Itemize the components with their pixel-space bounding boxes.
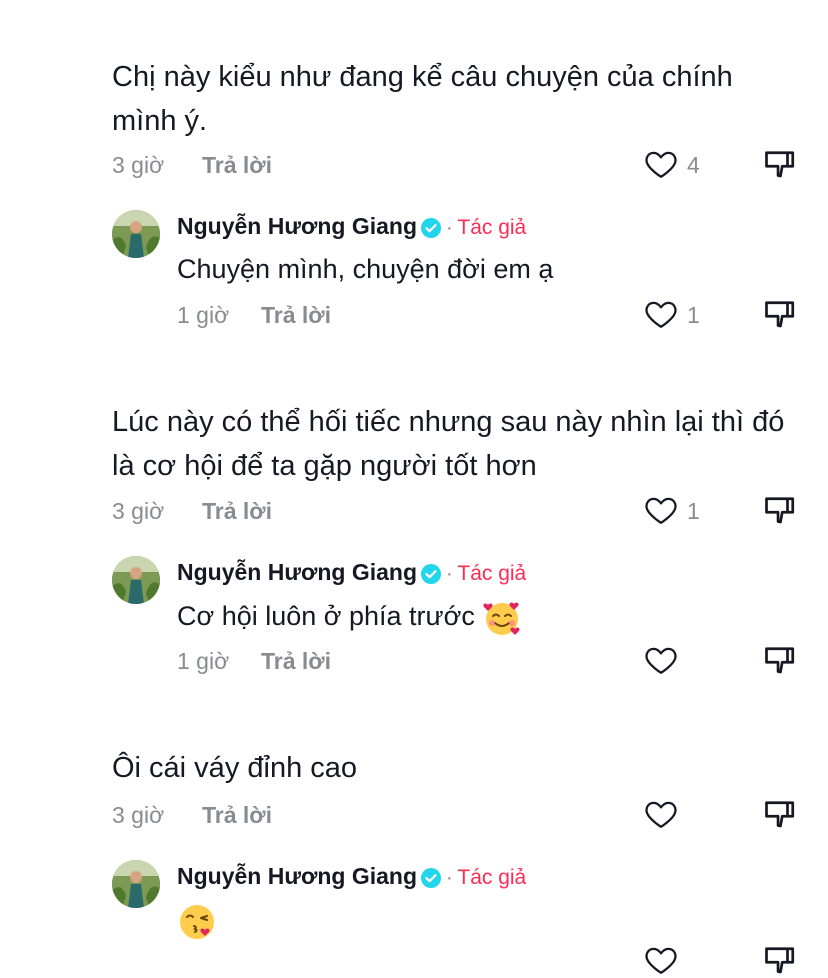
thumbs-down-icon <box>765 801 795 828</box>
avatar-image <box>112 556 160 604</box>
like-button[interactable] <box>643 942 679 978</box>
author-badge: Tác giả <box>457 562 527 585</box>
reply-time: 1 giờ <box>177 648 230 674</box>
avatar[interactable] <box>112 556 160 604</box>
dislike-button[interactable] <box>762 796 798 832</box>
like-button[interactable] <box>643 146 679 182</box>
like-count: 1 <box>687 302 700 328</box>
reply-time: 1 giờ <box>177 302 230 328</box>
verified-badge-icon <box>421 563 442 584</box>
comment-time: 3 giờ <box>112 498 165 524</box>
avatar[interactable] <box>112 860 160 908</box>
comment-time: 3 giờ <box>112 152 165 178</box>
reply-text: Chuyện mình, chuyện đời em ạ <box>177 254 554 284</box>
like-count: 4 <box>687 152 700 178</box>
avatar[interactable] <box>112 210 160 258</box>
reply-header: Nguyễn Hương Giang · Tác giả <box>177 559 526 586</box>
separator: · <box>445 562 453 585</box>
reply-button[interactable]: Trả lời <box>261 302 331 329</box>
thumbs-down-icon <box>765 151 795 178</box>
author-badge: Tác giả <box>457 216 527 239</box>
thumbs-down-icon <box>765 647 795 674</box>
avatar-image <box>112 860 160 908</box>
author-badge: Tác giả <box>457 866 527 889</box>
heart-icon <box>645 947 677 974</box>
reply-header: Nguyễn Hương Giang · Tác giả <box>177 863 526 890</box>
thumbs-down-icon <box>765 947 795 974</box>
dislike-button[interactable] <box>762 642 798 678</box>
like-count: 1 <box>687 498 700 524</box>
heart-icon <box>645 301 677 328</box>
reply-text-row: Cơ hội luôn ở phía trước <box>177 598 522 638</box>
like-button[interactable] <box>643 492 679 528</box>
heart-icon <box>645 151 677 178</box>
dislike-button[interactable] <box>762 942 798 978</box>
reply-text: Cơ hội luôn ở phía trước <box>177 601 475 632</box>
heart-icon <box>645 801 677 828</box>
dislike-button[interactable] <box>762 492 798 528</box>
comment-text: Lúc này có thể hối tiếc nhưng sau này nh… <box>112 406 785 482</box>
comment-time: 3 giờ <box>112 802 165 828</box>
reply-button[interactable]: Trả lời <box>202 498 272 525</box>
dislike-button[interactable] <box>762 146 798 182</box>
face-blowing-kiss-icon <box>177 902 217 947</box>
like-button[interactable] <box>643 642 679 678</box>
like-button[interactable] <box>643 796 679 832</box>
reply-button[interactable]: Trả lời <box>202 802 272 829</box>
comment-text: Chị này kiểu như đang kể câu chuyện của … <box>112 61 733 137</box>
author-name[interactable]: Nguyễn Hương Giang <box>177 213 417 239</box>
reply-button[interactable]: Trả lời <box>261 648 331 675</box>
verified-badge-icon <box>421 867 442 888</box>
verified-badge-icon <box>421 217 442 238</box>
reply-header: Nguyễn Hương Giang · Tác giả <box>177 213 526 240</box>
thumbs-down-icon <box>765 301 795 328</box>
author-name[interactable]: Nguyễn Hương Giang <box>177 863 417 889</box>
like-button[interactable] <box>643 296 679 332</box>
author-name[interactable]: Nguyễn Hương Giang <box>177 559 417 585</box>
heart-icon <box>645 497 677 524</box>
heart-icon <box>645 647 677 674</box>
thumbs-down-icon <box>765 497 795 524</box>
separator: · <box>445 866 453 889</box>
reply-button[interactable]: Trả lời <box>202 152 272 179</box>
smiling-face-with-hearts-icon <box>482 598 522 638</box>
dislike-button[interactable] <box>762 296 798 332</box>
comment-text: Ôi cái váy đỉnh cao <box>112 752 358 784</box>
separator: · <box>445 216 453 239</box>
avatar-image <box>112 210 160 258</box>
